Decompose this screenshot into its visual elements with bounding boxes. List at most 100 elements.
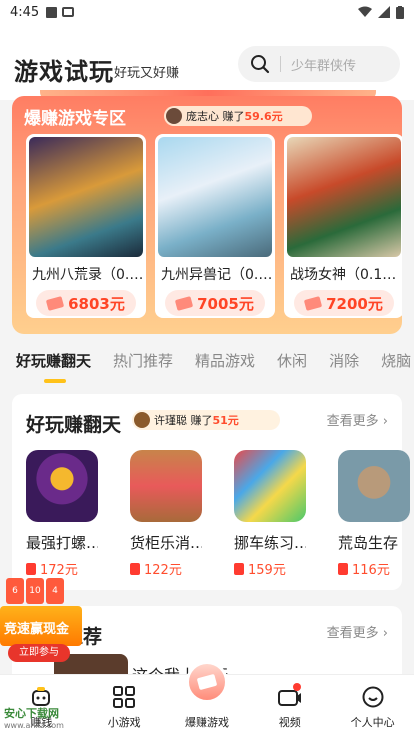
game-item[interactable]: 货柜乐消… 122元 <box>130 450 202 578</box>
chevron-right-icon: › <box>382 626 388 641</box>
page-subtitle: 好玩又好赚 <box>114 66 180 81</box>
game-reward: 172元 <box>26 559 98 578</box>
game-name: 货柜乐消… <box>130 534 202 552</box>
game-card-reward[interactable]: 7005元 <box>165 290 265 316</box>
chevron-right-icon: › <box>382 414 388 429</box>
game-card[interactable]: 九州八荒录（0.… 6803元 <box>26 134 146 318</box>
game-card[interactable]: 九州异兽记（0.… 7005元 <box>155 134 275 318</box>
game-item[interactable]: 荒岛生存 116元 <box>338 450 410 578</box>
category-tabs: 好玩赚翻天 热门推荐 精品游戏 休闲 消除 烧脑 <box>0 340 414 383</box>
promo-title: 竞速赢现金 <box>4 622 70 637</box>
game-name: 挪车练习… <box>234 534 306 552</box>
ticker-verb: 赚了 <box>190 414 213 427</box>
reward-amount: 6803元 <box>68 294 125 313</box>
ticker-amount: 59.6元 <box>244 110 283 123</box>
section-fun-earn: 好玩赚翻天 许瑾聪 赚了 51元 查看更多 › 最强打螺… 172元 货柜乐消…… <box>12 394 410 590</box>
game-card-name: 战场女神（0.1… <box>290 267 397 283</box>
cast-icon <box>62 7 75 17</box>
game-icon <box>338 450 410 522</box>
tab-hot[interactable]: 热门推荐 <box>113 350 173 371</box>
promo-chips: 6 10 4 <box>6 578 64 604</box>
game-icon <box>234 450 306 522</box>
battery-icon <box>396 5 404 19</box>
earn-ticker: 许瑾聪 赚了 51元 <box>132 410 280 430</box>
nav-item-mini-games[interactable]: 小游戏 <box>83 675 166 736</box>
money-icon <box>185 661 228 703</box>
game-card-reward[interactable]: 7200元 <box>294 290 394 316</box>
watermark: 安心下载网 www.anxz.com <box>4 705 64 730</box>
tab-puzzle[interactable]: 烧脑 <box>381 350 411 371</box>
game-card-name: 九州异兽记（0.… <box>161 267 273 283</box>
nav-item-video[interactable]: 视频 <box>248 675 331 736</box>
earn-zone-title: 爆赚游戏专区 <box>24 109 126 129</box>
see-more-label: 查看更多 <box>326 626 379 641</box>
tab-match[interactable]: 消除 <box>329 350 359 371</box>
floating-promo[interactable]: 6 10 4 竞速赢现金 立即参与 <box>0 578 82 664</box>
game-icon <box>26 450 98 522</box>
section-title: 好玩赚翻天 <box>26 414 122 436</box>
nav-item-hot-games[interactable]: 爆赚游戏 <box>166 661 249 736</box>
search-divider <box>280 56 281 72</box>
game-name: 最强打螺… <box>26 534 98 552</box>
money-icon <box>303 295 323 311</box>
tab-fun-earn[interactable]: 好玩赚翻天 <box>16 350 91 383</box>
ticker-user: 庞志心 <box>186 110 219 123</box>
reward-amount: 159元 <box>248 563 286 578</box>
game-card[interactable]: 战场女神（0.1… 7200元 <box>284 134 402 318</box>
game-list: 最强打螺… 172元 货柜乐消… 122元 挪车练习… 159元 荒岛生存 11… <box>26 450 410 578</box>
nav-label: 爆赚游戏 <box>184 716 229 729</box>
notification-icon <box>46 6 58 18</box>
game-card-reward[interactable]: 6803元 <box>36 290 136 316</box>
game-reward: 116元 <box>338 559 410 578</box>
see-more-label: 查看更多 <box>326 414 379 429</box>
red-packet-icon <box>234 562 244 575</box>
game-card-image <box>158 137 272 257</box>
tab-premium[interactable]: 精品游戏 <box>195 350 255 371</box>
search-bar[interactable]: 少年群侠传 <box>238 46 400 82</box>
reward-amount: 116元 <box>352 563 390 578</box>
ticker-verb: 赚了 <box>222 110 245 123</box>
promo-chip: 6 <box>6 578 24 604</box>
ticker-amount: 51元 <box>212 414 239 427</box>
tab-casual[interactable]: 休闲 <box>277 350 307 371</box>
nav-item-profile[interactable]: 个人中心 <box>331 675 414 736</box>
grid-icon <box>111 684 137 710</box>
game-icon <box>130 450 202 522</box>
game-item[interactable]: 最强打螺… 172元 <box>26 450 98 578</box>
red-packet-icon <box>338 562 348 575</box>
join-button[interactable]: 立即参与 <box>8 644 70 662</box>
watermark-url: www.anxz.com <box>4 721 64 730</box>
nav-label: 个人中心 <box>350 716 395 729</box>
search-placeholder[interactable]: 少年群侠传 <box>291 55 356 74</box>
game-card-image <box>29 137 143 257</box>
reward-amount: 172元 <box>40 563 78 578</box>
nav-label: 小游戏 <box>107 716 141 729</box>
smiley-icon <box>360 684 386 710</box>
money-icon <box>45 295 65 311</box>
search-icon <box>251 55 270 74</box>
red-packet-icon <box>130 562 140 575</box>
reward-amount: 7005元 <box>197 294 254 313</box>
promo-chip: 4 <box>46 578 64 604</box>
game-card-image <box>287 137 401 257</box>
game-reward: 122元 <box>130 559 202 578</box>
promo-chip: 10 <box>26 578 44 604</box>
game-card-name: 九州八荒录（0.… <box>32 267 144 283</box>
game-name: 荒岛生存 <box>338 534 399 552</box>
page-title: 游戏试玩 <box>14 57 114 86</box>
signal-icon <box>378 6 390 18</box>
avatar <box>166 108 182 124</box>
earn-ticker: 庞志心 赚了 59.6元 <box>164 106 312 126</box>
see-more-link[interactable]: 查看更多 › <box>327 622 388 641</box>
status-time: 4:45 <box>10 4 40 20</box>
money-icon <box>174 295 194 311</box>
reward-amount: 122元 <box>144 563 182 578</box>
earn-card-list: 九州八荒录（0.… 6803元 九州异兽记（0.… 7005元 战场女神（0.1… <box>26 134 402 318</box>
reward-amount: 7200元 <box>326 294 383 313</box>
status-bar: 4:45 <box>0 0 414 24</box>
see-more-link[interactable]: 查看更多 › <box>327 410 388 429</box>
ticker-user: 许瑾聪 <box>154 414 187 427</box>
watermark-brand: 安心下载网 <box>4 707 59 720</box>
page-header: 游戏试玩 好玩又好赚 少年群侠传 <box>0 24 414 100</box>
game-item[interactable]: 挪车练习… 159元 <box>234 450 306 578</box>
